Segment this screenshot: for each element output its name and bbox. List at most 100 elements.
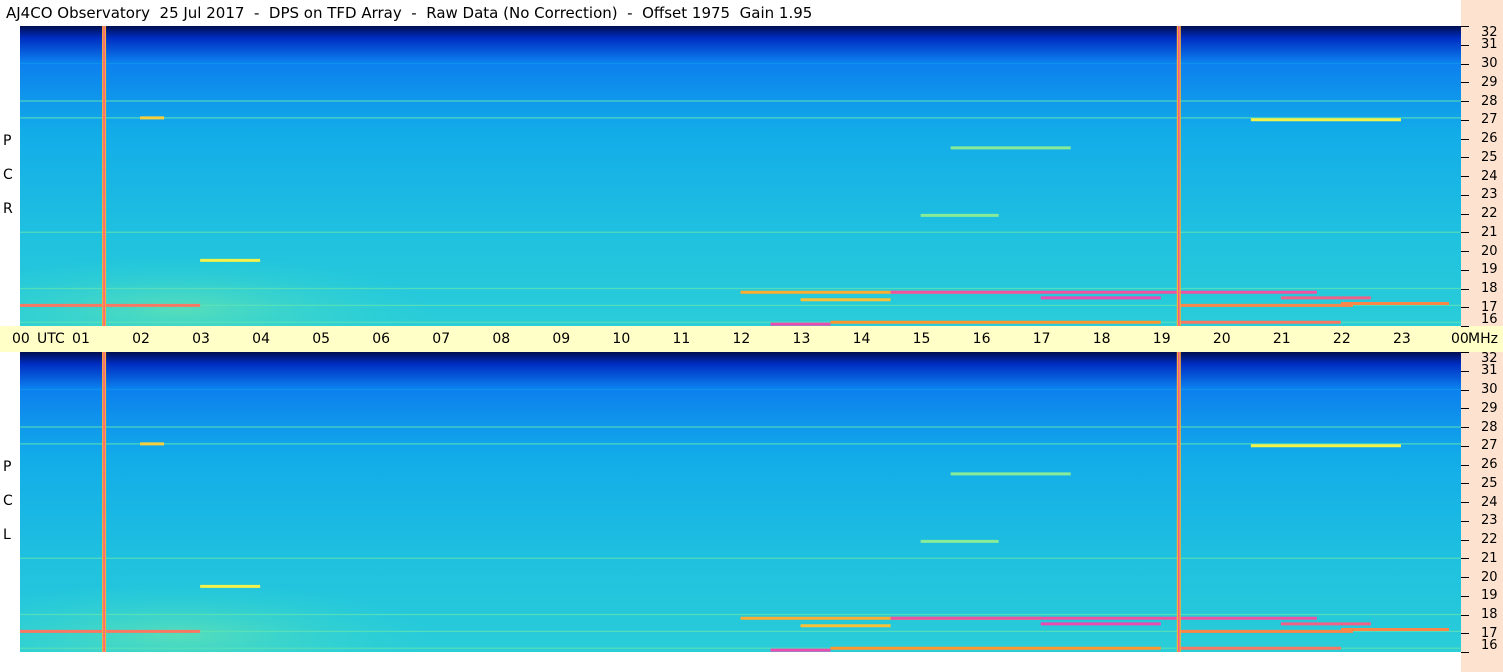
frequency-tick-label: 28 [1481, 419, 1498, 435]
frequency-tick-mark [1461, 214, 1469, 215]
chart-title: AJ4CO Observatory 25 Jul 2017 - DPS on T… [6, 4, 813, 22]
rfi-burst [800, 298, 891, 302]
frequency-tick-label: 18 [1481, 607, 1498, 622]
frequency-tick-label: 30 [1481, 382, 1498, 397]
frequency-tick-mark [1461, 465, 1469, 466]
rfi-burst [1250, 118, 1401, 122]
utc-time-axis: 00 01 02 03 04 05 06 07 08 09 10 11 12 13 14 15 16 17 18 19… [0, 326, 1503, 352]
rfi-burst [920, 539, 999, 543]
frequency-tick-label: 21 [1481, 224, 1498, 240]
frequency-tick-mark [1461, 408, 1469, 409]
utc-tick-label: 01 [72, 331, 90, 347]
utc-tick-label: 00 [1451, 331, 1469, 347]
rfi-burst [1178, 303, 1353, 307]
frequency-tick-label: 16 [1481, 312, 1498, 327]
daytime-noise-glow [20, 487, 813, 652]
frequency-tick-label: 23 [1481, 513, 1498, 529]
frequency-tick-label: 22 [1481, 206, 1498, 221]
vertical-marker-core [1178, 26, 1180, 326]
rfi-burst [950, 146, 1071, 150]
frequency-tick-mark [1461, 232, 1469, 233]
utc-tick-label: 18 [1092, 331, 1111, 347]
utc-tick-label: 07 [432, 331, 451, 347]
utc-tick-label: 00 [12, 331, 30, 347]
utc-tick-label: 12 [732, 331, 751, 347]
rfi-burst [200, 584, 261, 588]
frequency-tick-label: 17 [1481, 625, 1498, 641]
rfi-burst [20, 629, 201, 633]
utc-tick-label: 15 [912, 331, 931, 347]
frequency-tick-mark [1461, 289, 1469, 290]
rfi-burst [830, 646, 1161, 650]
rfi-burst [1250, 444, 1401, 448]
frequency-tick-label: 20 [1481, 243, 1498, 259]
frequency-tick-mark [1461, 596, 1469, 597]
frequency-tick-label: 30 [1481, 56, 1498, 71]
rfi-burst [950, 472, 1071, 476]
frequency-tick-mark [1461, 652, 1469, 653]
frequency-tick-label: 31 [1481, 37, 1498, 53]
vertical-marker-core [1178, 352, 1180, 652]
frequency-tick-mark [1461, 521, 1469, 522]
rfi-burst [800, 624, 891, 628]
frequency-tick-label: 29 [1481, 74, 1498, 90]
frequency-tick-label: 26 [1481, 131, 1498, 146]
rfi-burst [1280, 296, 1371, 300]
frequency-tick-mark [1461, 195, 1469, 196]
mhz-unit-label: MHz [1468, 331, 1498, 347]
frequency-tick-mark [1461, 558, 1469, 559]
frequency-tick-mark [1461, 139, 1469, 140]
frequency-tick-mark [1461, 326, 1469, 327]
frequency-tick-label: 27 [1481, 438, 1498, 454]
spectrogram-svg [20, 352, 1461, 652]
spectrogram-svg [20, 26, 1461, 326]
vertical-marker-core [103, 26, 105, 326]
vertical-marker-core [103, 352, 105, 652]
utc-unit-label: UTC [37, 331, 65, 347]
frequency-tick-mark [1461, 577, 1469, 578]
frequency-tick-mark [1461, 45, 1469, 46]
frequency-tick-mark [1461, 446, 1469, 447]
frequency-tick-mark [1461, 82, 1469, 83]
frequency-tick-mark [1461, 176, 1469, 177]
rfi-burst [830, 320, 1161, 324]
frequency-tick-mark [1461, 540, 1469, 541]
rfi-burst [1340, 628, 1449, 631]
utc-tick-label: 21 [1272, 331, 1291, 347]
frequency-tick-mark [1461, 307, 1469, 308]
rfi-burst [1178, 629, 1353, 633]
frequency-tick-mark [1461, 390, 1469, 391]
frequency-tick-label: 26 [1481, 457, 1498, 472]
polarization-letter: P [3, 133, 12, 149]
frequency-tick-label: 18 [1481, 281, 1498, 296]
rfi-burst [890, 616, 1179, 620]
polarization-letter: L [3, 527, 11, 543]
utc-tick-label: 23 [1392, 331, 1411, 347]
polarization-letter: P [3, 459, 12, 475]
rfi-burst [1178, 646, 1341, 650]
frequency-tick-label: 28 [1481, 93, 1498, 109]
frequency-tick-mark [1461, 352, 1469, 353]
rfi-burst [1178, 290, 1317, 294]
frequency-tick-label: 24 [1481, 168, 1498, 184]
frequency-tick-label: 21 [1481, 550, 1498, 566]
frequency-tick-mark [1461, 251, 1469, 252]
rfi-burst [1340, 302, 1449, 305]
rfi-burst [770, 648, 831, 652]
frequency-tick-mark [1461, 101, 1469, 102]
utc-tick-label: 03 [192, 331, 210, 347]
frequency-tick-label: 25 [1481, 149, 1498, 165]
rfi-burst [140, 442, 165, 446]
utc-tick-label: 19 [1152, 331, 1171, 347]
frequency-tick-label: 22 [1481, 532, 1498, 547]
frequency-tick-mark [1461, 615, 1469, 616]
utc-tick-label: 10 [612, 331, 631, 347]
rfi-burst [1280, 622, 1371, 626]
polarization-letter: C [3, 167, 13, 183]
utc-tick-label: 17 [1032, 331, 1051, 347]
rfi-burst [1178, 616, 1317, 620]
frequency-tick-mark [1461, 120, 1469, 121]
frequency-tick-label: 19 [1481, 588, 1498, 604]
frequency-tick-label: 20 [1481, 569, 1498, 585]
utc-tick-label: 05 [312, 331, 331, 347]
